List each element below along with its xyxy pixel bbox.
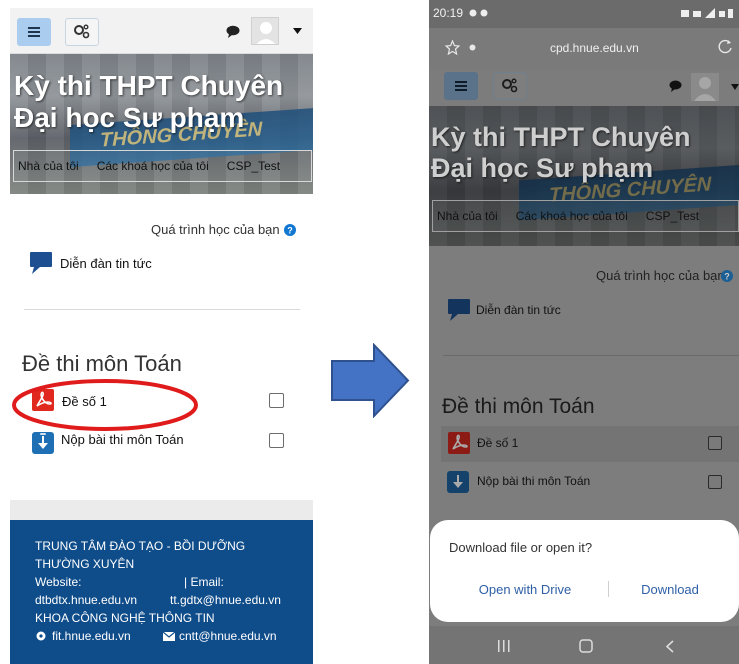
breadcrumb-my-courses[interactable]: Các khoá học của tôi [97,159,209,173]
reload-icon[interactable] [718,39,733,54]
section-title: Đề thi môn Toán [442,395,595,418]
notification-icons [469,9,488,17]
course-title: Kỳ thi THPT Chuyên Đại học Sư phạm [14,70,284,134]
dialog-question: Download file or open it? [449,540,593,555]
settings-button[interactable] [65,18,99,46]
breadcrumb: Nhà của tôi Các khoá học của tôi CSP_Tes… [432,200,739,232]
svg-text:?: ? [287,226,293,236]
home-icon[interactable] [579,639,593,653]
chat-icon[interactable] [226,25,240,38]
footer-faculty-name: KHOA CÔNG NGHỆ THÔNG TIN [35,611,215,625]
system-status-icons [681,8,733,18]
footer-email-label: | Email: [184,575,224,589]
footer-email-link[interactable]: tt.gdtx@hnue.edu.vn [170,591,281,609]
activity-link-nop-bai[interactable]: Nộp bài thi môn Toán [61,432,184,447]
user-placeholder-icon [691,73,719,101]
help-icon[interactable]: ? [284,224,296,236]
envelope-icon [163,632,175,641]
progress-label: Quá trình học của bạn [596,268,725,283]
download-button[interactable]: Download [620,575,720,603]
site-footer: TRUNG TÂM ĐÀO TẠO - BỒI DƯỠNG THƯỜNG XUY… [10,520,313,664]
caret-down-icon[interactable] [731,84,739,90]
footer-center-name-1: TRUNG TÂM ĐÀO TẠO - BỒI DƯỠNG [35,539,246,553]
location-pin-icon [36,631,46,641]
caret-down-icon[interactable] [293,28,302,34]
assignment-upload-icon [32,432,54,454]
url-text[interactable]: cpd.hnue.edu.vn [550,41,639,55]
forum-icon [448,299,470,321]
pdf-icon [448,432,470,454]
status-time: 20:19 [433,6,464,20]
cogs-icon [74,24,90,39]
recent-apps-icon[interactable] [497,640,511,652]
dialog-button-divider [608,581,609,597]
breadcrumb-course[interactable]: CSP_Test [227,159,280,173]
footer-faculty-site[interactable]: fit.hnue.edu.vn [52,627,131,645]
section-divider [443,355,739,356]
section-title: Đề thi môn Toán [22,351,182,376]
footer-faculty-email[interactable]: cntt@hnue.edu.vn [179,627,277,645]
site-info-icon[interactable] [469,44,476,51]
transition-arrow [331,343,410,418]
forum-icon [30,252,52,274]
highlight-ellipse [12,379,198,431]
footer-center-name-2: THƯỜNG XUYÊN [35,557,135,571]
breadcrumb-my-courses[interactable]: Các khoá học của tôi [516,209,628,223]
assignment-upload-icon [447,471,469,493]
progress-label: Quá trình học của bạn [151,222,280,237]
completion-checkbox-nop-bai[interactable] [708,475,722,489]
settings-button[interactable] [493,72,527,100]
breadcrumb-home[interactable]: Nhà của tôi [437,209,498,223]
bookmark-star-icon[interactable] [445,40,460,55]
right-screenshot: 20:19 cpd.hnue.edu.vn THÔNG CHUYÊN Kỳ th… [429,0,739,664]
breadcrumb-home[interactable]: Nhà của tôi [18,159,79,173]
completion-checkbox-de-so-1[interactable] [708,436,722,450]
forum-link[interactable]: Diễn đàn tin tức [60,256,152,271]
avatar[interactable] [251,17,279,45]
download-dialog: Download file or open it? Open with Driv… [430,520,739,622]
activity-link-de-so-1[interactable]: Đề số 1 [477,436,518,450]
open-with-drive-button[interactable]: Open with Drive [450,575,600,603]
left-screenshot: THÔNG CHUYÊN Kỳ thi THPT Chuyên Đại học … [10,8,313,664]
section-divider [24,309,300,310]
svg-text:?: ? [724,272,730,282]
completion-checkbox-nop-bai[interactable] [269,433,284,448]
back-icon[interactable] [665,640,674,653]
footer-website-label: Website: [35,575,82,589]
menu-toggle-button[interactable] [444,72,478,100]
help-icon[interactable]: ? [721,270,733,282]
user-placeholder-icon [252,18,278,44]
cogs-icon [502,78,518,93]
menu-toggle-button[interactable] [17,18,51,46]
chat-icon[interactable] [669,80,682,92]
footer-website-link[interactable]: dtbdtx.hnue.edu.vn [35,591,137,609]
breadcrumb: Nhà của tôi Các khoá học của tôi CSP_Tes… [13,150,312,182]
avatar[interactable] [691,73,719,101]
hamburger-icon [455,81,467,91]
hamburger-icon [28,27,40,37]
activity-link-nop-bai[interactable]: Nộp bài thi môn Toán [477,474,590,488]
breadcrumb-course[interactable]: CSP_Test [646,209,699,223]
course-content-card [10,194,313,500]
course-title: Kỳ thi THPT Chuyên Đại học Sư phạm [431,122,691,184]
forum-link[interactable]: Diễn đàn tin tức [476,303,561,317]
completion-checkbox-de-so-1[interactable] [269,393,284,408]
